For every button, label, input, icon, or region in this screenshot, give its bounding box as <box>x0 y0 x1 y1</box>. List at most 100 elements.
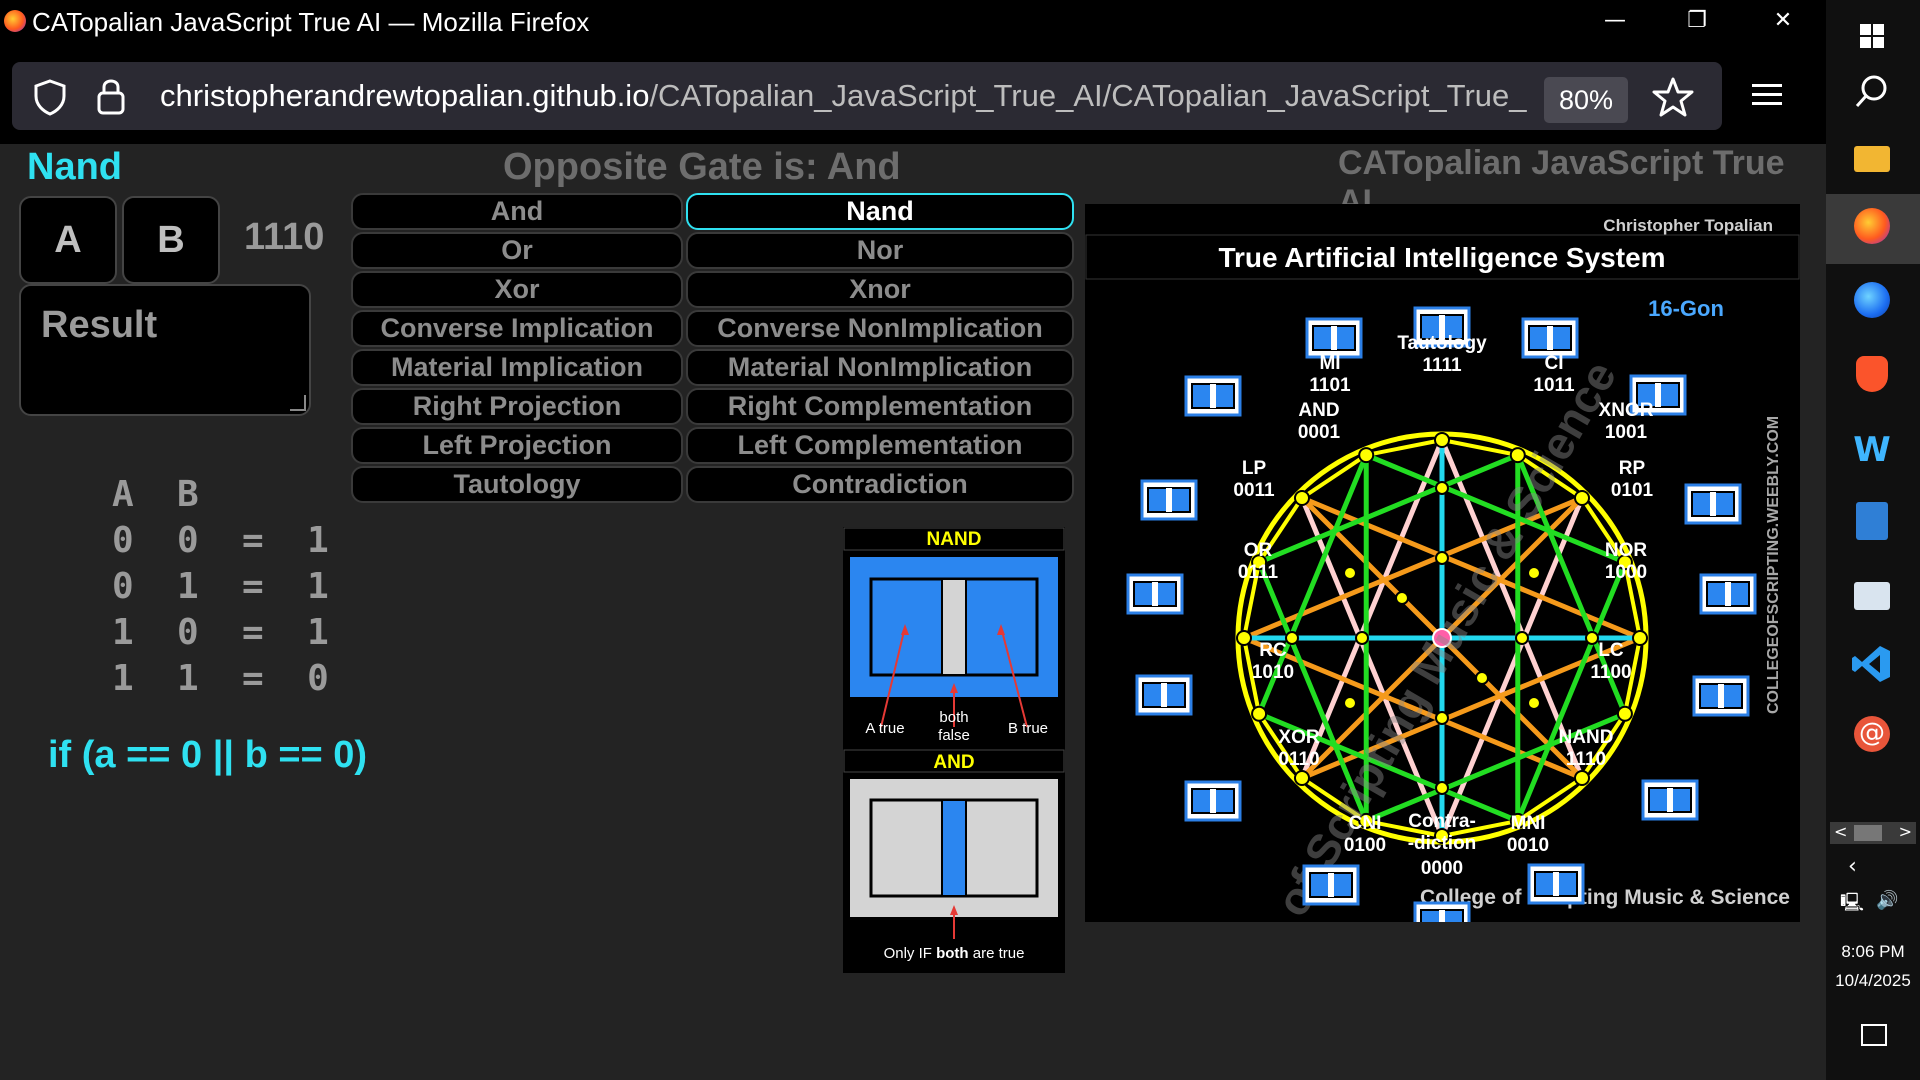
switch-icon <box>1302 864 1360 906</box>
windows-start-icon[interactable] <box>1850 14 1894 58</box>
gate-reference-panel: NAND A true both false B true AND Only I… <box>843 527 1065 973</box>
brave-icon[interactable] <box>1856 356 1888 392</box>
gate-button-left-projection[interactable]: Left Projection <box>351 427 683 464</box>
node-label-name: Tautology <box>1397 333 1487 354</box>
sixteen-gon-image: Christopher Topalian True Artificial Int… <box>1085 216 1800 1080</box>
switch-icon <box>1699 573 1757 615</box>
result-textarea[interactable]: Result <box>19 284 311 416</box>
if-expression: if (a == 0 || b == 0) <box>48 734 368 776</box>
switch-icon <box>1692 675 1750 717</box>
gate-button-and[interactable]: And <box>351 193 683 230</box>
resize-grip-icon[interactable] <box>290 395 306 411</box>
gate-button-material-nonimplication[interactable]: Material NonImplication <box>686 349 1074 386</box>
search-icon[interactable] <box>1850 70 1894 114</box>
binary-code: 1110 <box>244 216 325 258</box>
taskbar-time[interactable]: 8:06 PM <box>1826 942 1920 962</box>
diagram-node <box>1343 566 1357 580</box>
gate-button-nand[interactable]: Nand <box>686 193 1074 230</box>
node-label-code: 0110 <box>1278 749 1319 770</box>
diagram-node <box>1616 705 1633 722</box>
diagram-node <box>1574 489 1591 506</box>
switch-icon <box>1140 479 1198 521</box>
nand-label-both: both <box>939 709 968 726</box>
node-label-name: CNI <box>1349 813 1382 834</box>
diagram-node <box>1585 631 1599 645</box>
app-circle-icon[interactable]: @ <box>1854 716 1890 752</box>
and-caption: Only IF both are true <box>884 945 1025 962</box>
node-label-name: XNOR <box>1599 400 1654 421</box>
diagram-author: Christopher Topalian <box>1603 216 1773 235</box>
minimize-button[interactable]: — <box>1590 6 1640 36</box>
node-label-code: 1111 <box>1422 355 1462 376</box>
firefox-developer-icon[interactable] <box>1854 282 1890 318</box>
gate-button-right-complementation[interactable]: Right Complementation <box>686 388 1074 425</box>
notification-icon[interactable] <box>1861 1024 1887 1046</box>
browser-navbar: christopherandrewtopalian.github.io/CATo… <box>0 44 1826 144</box>
node-label-name: NOR <box>1605 540 1648 561</box>
document-icon[interactable] <box>1856 502 1888 540</box>
gate-button-right-projection[interactable]: Right Projection <box>351 388 683 425</box>
node-label-code: 1010 <box>1252 662 1294 683</box>
scroll-thumb[interactable] <box>1854 825 1882 841</box>
gate-button-nor[interactable]: Nor <box>686 232 1074 269</box>
url-bar[interactable]: christopherandrewtopalian.github.io/CATo… <box>12 62 1722 130</box>
shield-icon[interactable] <box>32 78 68 116</box>
vscode-icon[interactable] <box>1850 642 1894 686</box>
node-label-name: XOR <box>1278 727 1319 748</box>
gate-button-converse-nonimplication[interactable]: Converse NonImplication <box>686 310 1074 347</box>
app-w-icon[interactable]: W <box>1850 428 1894 472</box>
zoom-level[interactable]: 80% <box>1544 77 1628 123</box>
taskbar-scrollbar[interactable]: < > <box>1830 822 1916 844</box>
gate-button-material-implication[interactable]: Material Implication <box>351 349 683 386</box>
nand-label-b-true: B true <box>1008 720 1048 737</box>
diagram-node <box>1515 631 1529 645</box>
diagram-node <box>1527 566 1541 580</box>
diagram-node <box>1435 781 1449 795</box>
diagram-node <box>1435 711 1449 725</box>
window-titlebar: CATopalian JavaScript True AI — Mozilla … <box>0 0 1826 44</box>
diagram-footer: College of Scripting Music & Science <box>1420 886 1790 909</box>
switch-icon <box>1641 779 1699 821</box>
volume-icon[interactable]: 🔊 <box>1876 890 1898 911</box>
diagram-node <box>1395 591 1409 605</box>
diagram-node <box>1434 432 1450 448</box>
menu-icon[interactable] <box>1752 82 1782 108</box>
gate-button-xnor[interactable]: Xnor <box>686 271 1074 308</box>
scroll-right-icon[interactable]: > <box>1899 822 1912 841</box>
diagram-node <box>1236 630 1252 646</box>
input-b-button[interactable]: B <box>122 196 220 284</box>
firefox-taskbar-icon[interactable] <box>1854 208 1890 244</box>
gate-button-contradiction[interactable]: Contradiction <box>686 466 1074 503</box>
gate-button-converse-implication[interactable]: Converse Implication <box>351 310 683 347</box>
gate-button-tautology[interactable]: Tautology <box>351 466 683 503</box>
monitor-app-icon[interactable] <box>1854 582 1890 610</box>
close-button[interactable]: ✕ <box>1758 6 1808 36</box>
sixteen-gon-diagram: Christopher Topalian True Artificial Int… <box>1085 204 1800 1080</box>
node-label-name: AND <box>1298 400 1339 421</box>
taskbar-date[interactable]: 10/4/2025 <box>1826 971 1920 991</box>
node-label-name: LP <box>1242 458 1267 479</box>
switch-icon <box>1126 573 1184 615</box>
switch-icon <box>1521 317 1579 359</box>
file-explorer-icon[interactable] <box>1854 146 1890 172</box>
node-label-code: -diction <box>1408 833 1477 854</box>
window-title: CATopalian JavaScript True AI — Mozilla … <box>32 7 590 37</box>
bookmark-star-icon[interactable] <box>1652 76 1694 118</box>
url-text[interactable]: christopherandrewtopalian.github.io/CATo… <box>160 78 1540 114</box>
lock-icon[interactable] <box>96 76 126 116</box>
network-icon[interactable]: 🖳 <box>1840 890 1864 920</box>
nand-title: NAND <box>927 529 982 550</box>
truth-table-row: 1 1 = 0 <box>112 658 329 699</box>
chevron-left-icon[interactable]: ‹ <box>1848 854 1857 879</box>
gate-button-or[interactable]: Or <box>351 232 683 269</box>
input-a-button[interactable]: A <box>19 196 117 284</box>
and-title: AND <box>933 752 974 773</box>
gate-button-left-complementation[interactable]: Left Complementation <box>686 427 1074 464</box>
switch-icon <box>1527 863 1585 905</box>
restore-button[interactable]: ❐ <box>1672 6 1722 36</box>
node-label-name: RP <box>1619 458 1646 479</box>
gate-button-xor[interactable]: Xor <box>351 271 683 308</box>
scroll-left-icon[interactable]: < <box>1834 822 1847 841</box>
result-text: Result <box>41 304 158 346</box>
diagram-line <box>1515 561 1628 822</box>
